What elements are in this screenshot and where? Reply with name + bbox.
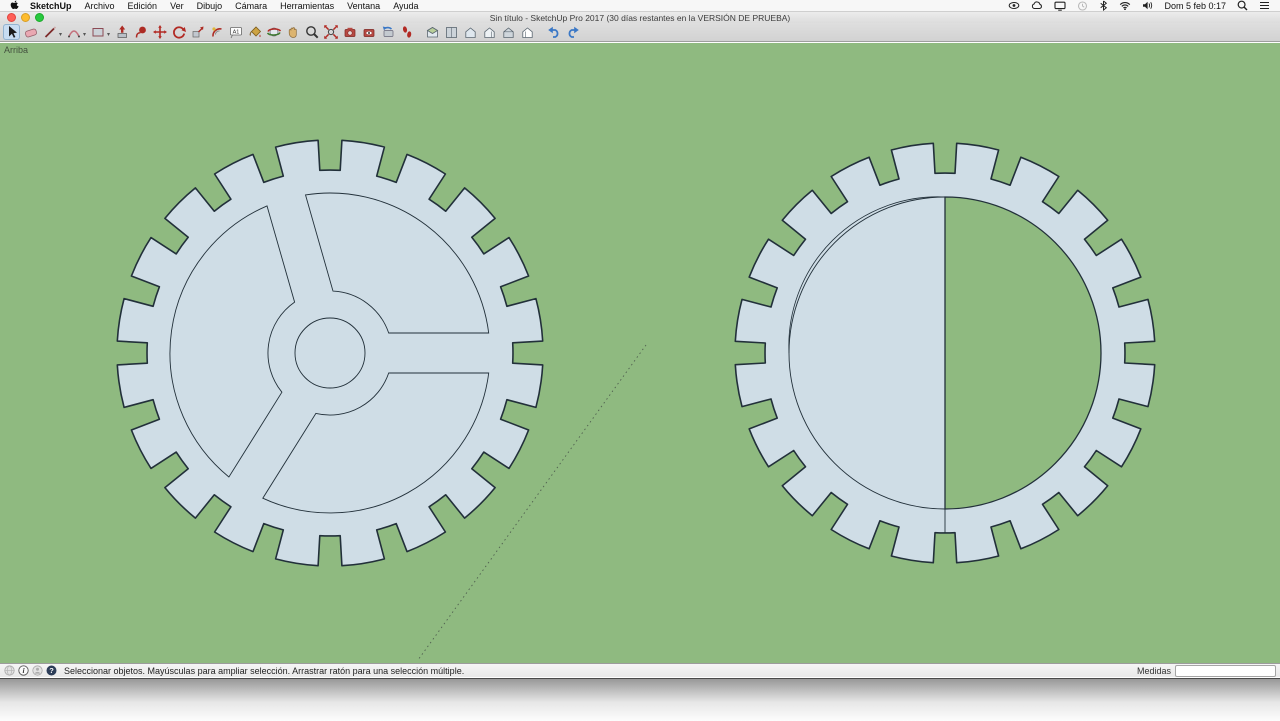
notification-center-icon[interactable] (1259, 0, 1270, 12)
person-status-icon[interactable] (32, 665, 43, 676)
globe-status-icon[interactable] (4, 665, 15, 676)
tool-arc-dropdown-arrow[interactable]: ▾ (83, 31, 86, 38)
menu-item-dibujo[interactable]: Dibujo (197, 1, 223, 11)
menu-item-ver[interactable]: Ver (170, 1, 184, 11)
tool-orbit-button[interactable] (265, 24, 282, 40)
info-status-icon[interactable]: i (18, 665, 29, 676)
menu-item-cámara[interactable]: Cámara (235, 1, 267, 11)
tool-select-button[interactable] (3, 24, 20, 40)
tool-previous-view-button[interactable] (379, 24, 396, 40)
tool-rectangle-button[interactable] (89, 24, 106, 40)
menu-item-edición[interactable]: Edición (128, 1, 158, 11)
tool-move-button[interactable] (151, 24, 168, 40)
menu-item-sketchup[interactable]: SketchUp (30, 1, 72, 11)
measurements-input[interactable] (1175, 664, 1276, 677)
tool-rectangle-dropdown-arrow[interactable]: ▾ (107, 31, 110, 38)
desktop-background (0, 678, 1280, 721)
cloud-icon[interactable] (1031, 0, 1043, 12)
tool-follow-me-button[interactable] (132, 24, 149, 40)
tool-rotate-button[interactable] (170, 24, 187, 40)
menu-item-archivo[interactable]: Archivo (85, 1, 115, 11)
tool-zoom-extents-button[interactable] (322, 24, 339, 40)
tool-walk-button[interactable] (398, 24, 415, 40)
tool-zoom-button[interactable] (303, 24, 320, 40)
tool-undo-button[interactable] (545, 24, 562, 40)
tool-view-left-button[interactable] (519, 24, 536, 40)
model-canvas[interactable] (0, 43, 1280, 663)
menu-clock[interactable]: Dom 5 feb 0:17 (1164, 1, 1226, 11)
apple-menu-icon[interactable] (10, 0, 19, 12)
tool-text-button[interactable]: A1 (227, 24, 244, 40)
bluetooth-icon[interactable] (1099, 0, 1108, 12)
time-machine-icon[interactable] (1077, 0, 1088, 12)
menu-item-ventana[interactable]: Ventana (347, 1, 380, 11)
tool-view-front-button[interactable] (462, 24, 479, 40)
measurements-label: Medidas (1136, 665, 1171, 676)
drawing-viewport[interactable]: Arriba (0, 43, 1280, 663)
tool-arc-button[interactable] (65, 24, 82, 40)
status-bar: i? Seleccionar objetos. Mayúsculas para … (0, 663, 1280, 677)
tool-scale-button[interactable] (189, 24, 206, 40)
window-title-bar: Sin título - SketchUp Pro 2017 (30 días … (0, 12, 1280, 23)
right-gear[interactable] (734, 142, 1156, 564)
tool-push-pull-button[interactable] (113, 24, 130, 40)
menu-bar: SketchUp Archivo Edición Ver Dibujo Cámara Her… (0, 0, 1280, 12)
tool-line-button[interactable] (41, 24, 58, 40)
help-status-icon[interactable]: ? (46, 665, 57, 676)
tool-paint-bucket-button[interactable] (246, 24, 263, 40)
toolbar: ▾ ▾ ▾ A1 (0, 23, 1280, 42)
svg-text:A1: A1 (232, 29, 239, 35)
spotlight-icon[interactable] (1237, 0, 1248, 12)
display-icon[interactable] (1054, 0, 1067, 12)
tool-line-dropdown-arrow[interactable]: ▾ (59, 31, 62, 38)
status-message: Seleccionar objetos. Mayúsculas para amp… (64, 665, 465, 676)
volume-icon[interactable] (1142, 0, 1153, 12)
tool-eraser-button[interactable] (22, 24, 39, 40)
tool-view-right-button[interactable] (481, 24, 498, 40)
tool-look-around-button[interactable] (360, 24, 377, 40)
eye-icon[interactable] (1008, 0, 1020, 12)
svg-text:?: ? (49, 666, 54, 675)
tool-offset-button[interactable] (208, 24, 225, 40)
tool-view-top-button[interactable] (443, 24, 460, 40)
menu-item-herramientas[interactable]: Herramientas (280, 1, 334, 11)
view-name-label: Arriba (4, 45, 29, 55)
left-gear[interactable] (116, 139, 544, 567)
wifi-icon[interactable] (1119, 0, 1131, 12)
tool-pan-button[interactable] (284, 24, 301, 40)
tool-position-camera-button[interactable] (341, 24, 358, 40)
menu-item-ayuda[interactable]: Ayuda (393, 1, 418, 11)
tool-view-iso-button[interactable] (424, 24, 441, 40)
window-title: Sin título - SketchUp Pro 2017 (30 días … (489, 12, 791, 23)
tool-view-back-button[interactable] (500, 24, 517, 40)
tool-redo-button[interactable] (564, 24, 581, 40)
